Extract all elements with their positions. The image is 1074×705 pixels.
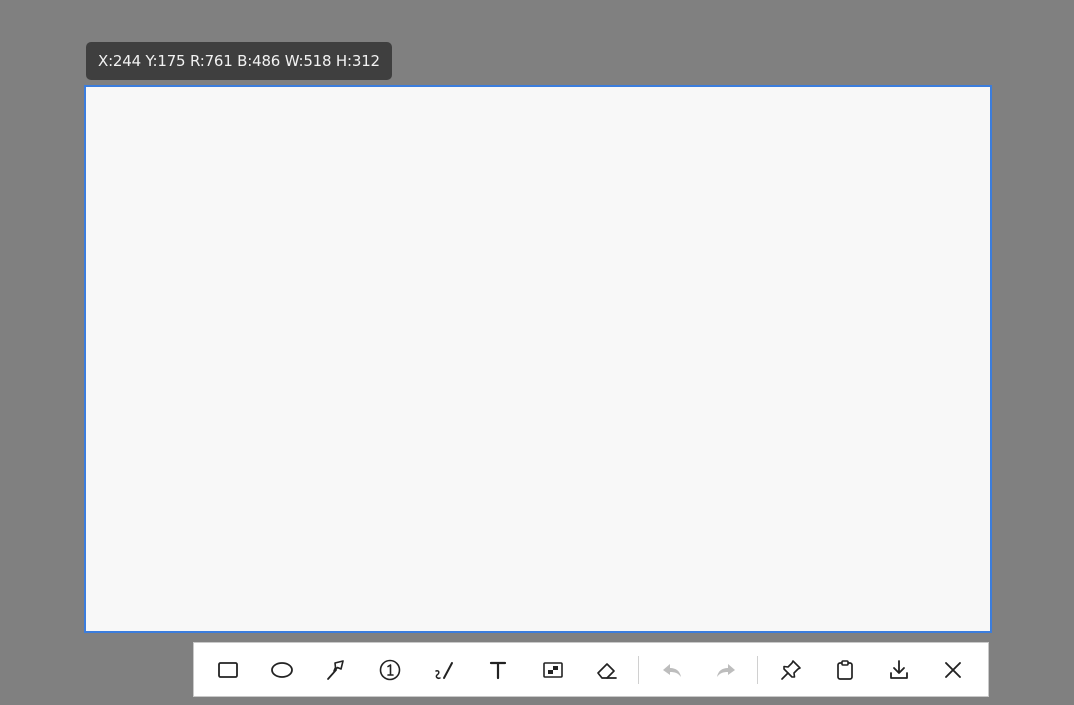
rectangle-icon (218, 661, 238, 678)
undo-button[interactable] (653, 650, 691, 690)
pen-tool-button[interactable] (425, 650, 463, 690)
rectangle-tool-button[interactable] (209, 650, 247, 690)
undo-icon (662, 663, 681, 677)
text-tool-button[interactable] (479, 650, 517, 690)
pen-icon (435, 661, 454, 679)
screen-overlay: X:244 Y:175 R:761 B:486 W:518 H:312 (0, 0, 1074, 705)
arrow-tool-button[interactable] (317, 650, 355, 690)
mosaic-tool-button[interactable] (533, 650, 571, 690)
close-icon (945, 661, 961, 678)
arrow-icon (327, 659, 344, 680)
download-icon (889, 659, 908, 679)
selection-info-label: X:244 Y:175 R:761 B:486 W:518 H:312 (86, 42, 392, 80)
redo-icon (716, 663, 735, 677)
mosaic-icon (542, 661, 563, 678)
close-button[interactable] (934, 650, 972, 690)
ellipse-icon (271, 661, 294, 678)
toolbar-separator (756, 655, 758, 684)
save-button[interactable] (880, 650, 918, 690)
redo-button[interactable] (707, 650, 745, 690)
annotation-toolbar (193, 642, 989, 697)
eraser-icon (596, 662, 617, 679)
copy-to-clipboard-button[interactable] (826, 650, 864, 690)
number-tool-button[interactable] (371, 650, 409, 690)
numbered-circle-icon (379, 659, 401, 680)
ellipse-tool-button[interactable] (263, 650, 301, 690)
capture-selection-area[interactable] (84, 85, 992, 633)
toolbar-separator (637, 655, 639, 684)
pin-button[interactable] (772, 650, 810, 690)
pin-icon (780, 659, 801, 680)
text-icon (490, 661, 507, 679)
clipboard-icon (836, 659, 853, 680)
eraser-tool-button[interactable] (588, 650, 626, 690)
